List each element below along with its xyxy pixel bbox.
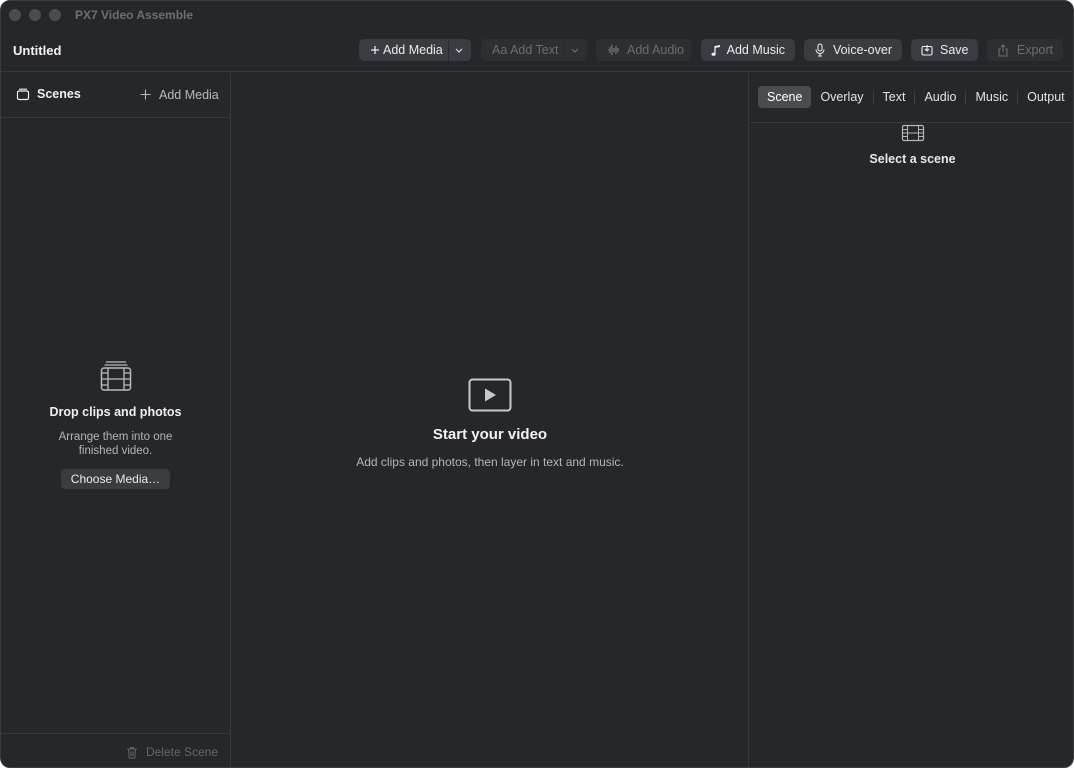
export-button[interactable]: Export bbox=[987, 39, 1063, 61]
tab-scene[interactable]: Scene bbox=[758, 86, 812, 108]
canvas-empty-state: Start your video Add clips and photos, t… bbox=[231, 378, 749, 469]
voice-over-button[interactable]: Voice-over bbox=[804, 39, 902, 61]
inspector-panel: Scene Overlay Text Audio Music Output Se… bbox=[750, 73, 1073, 767]
zoom-window-button[interactable] bbox=[49, 9, 61, 21]
empty-description: Arrange them into one finished video. bbox=[58, 431, 173, 457]
scenes-header: Scenes Add Media bbox=[1, 73, 230, 118]
delete-scene-button[interactable]: Delete Scene bbox=[126, 745, 218, 759]
plus-icon bbox=[140, 89, 152, 101]
trash-icon bbox=[126, 746, 138, 759]
scenes-sidebar: Scenes Add Media Drop clips and photos A… bbox=[1, 73, 231, 767]
canvas-heading: Start your video bbox=[432, 426, 548, 443]
add-audio-button[interactable]: Add Audio bbox=[596, 39, 691, 61]
voice-over-label: Voice-over bbox=[832, 43, 892, 57]
inspector-empty-heading: Select a scene bbox=[869, 152, 956, 166]
film-stack-icon bbox=[99, 359, 133, 393]
scenes-footer: Delete Scene bbox=[1, 733, 230, 767]
scenes-title-label: Scenes bbox=[37, 87, 81, 101]
export-label: Export bbox=[1016, 43, 1053, 57]
microphone-icon bbox=[814, 43, 826, 57]
share-icon bbox=[997, 43, 1010, 57]
save-label: Save bbox=[940, 43, 969, 57]
plus-icon bbox=[370, 43, 380, 57]
tab-overlay[interactable]: Overlay bbox=[811, 86, 872, 108]
save-icon bbox=[921, 43, 933, 57]
chevron-down-icon bbox=[571, 48, 579, 53]
inspector-empty-state: Select a scene bbox=[750, 124, 1073, 166]
title-bar: PX7 Video Assemble bbox=[1, 1, 1073, 29]
inspector-tabs-row: Scene Overlay Text Audio Music Output bbox=[750, 73, 1073, 123]
save-button[interactable]: Save bbox=[911, 39, 978, 61]
canvas-description: Add clips and photos, then layer in text… bbox=[356, 455, 624, 469]
add-music-button[interactable]: Add Music bbox=[701, 39, 795, 61]
sidebar-add-media-button[interactable]: Add Media bbox=[140, 88, 219, 102]
music-note-icon bbox=[711, 43, 722, 57]
sidebar-add-media-label: Add Media bbox=[159, 88, 219, 102]
empty-heading: Drop clips and photos bbox=[49, 405, 182, 419]
app-window: PX7 Video Assemble Untitled Add Media Aa… bbox=[0, 0, 1074, 768]
tab-text[interactable]: Text bbox=[874, 86, 915, 108]
document-title: Untitled bbox=[13, 43, 62, 58]
scenes-empty-state: Drop clips and photos Arrange them into … bbox=[1, 359, 230, 489]
delete-scene-label: Delete Scene bbox=[145, 745, 218, 759]
app-title: PX7 Video Assemble bbox=[75, 8, 194, 22]
video-canvas: Start your video Add clips and photos, t… bbox=[231, 73, 749, 767]
stack-icon bbox=[16, 87, 30, 101]
play-rectangle-icon bbox=[468, 378, 512, 412]
add-text-button[interactable]: Aa Add Text bbox=[481, 39, 587, 61]
chevron-down-icon bbox=[455, 48, 463, 53]
choose-media-button[interactable]: Choose Media… bbox=[60, 469, 171, 489]
add-audio-label: Add Audio bbox=[627, 43, 684, 57]
toolbar: Untitled Add Media Aa Add Text Add Audio… bbox=[1, 29, 1073, 72]
add-media-menu-button[interactable] bbox=[448, 39, 470, 61]
film-icon bbox=[901, 124, 925, 142]
add-text-label: Aa Add Text bbox=[492, 43, 559, 57]
add-media-label: Add Media bbox=[383, 43, 443, 57]
minimize-window-button[interactable] bbox=[29, 9, 41, 21]
audio-waves-icon bbox=[606, 43, 622, 57]
close-window-button[interactable] bbox=[9, 9, 21, 21]
scenes-title: Scenes bbox=[16, 87, 81, 101]
add-music-label: Add Music bbox=[726, 43, 785, 57]
tab-audio[interactable]: Audio bbox=[915, 86, 965, 108]
tab-output[interactable]: Output bbox=[1018, 86, 1073, 108]
tab-music[interactable]: Music bbox=[966, 86, 1017, 108]
add-media-button[interactable]: Add Media bbox=[359, 39, 471, 61]
add-text-menu-button[interactable] bbox=[564, 39, 586, 61]
inspector-tabs: Scene Overlay Text Audio Music Output bbox=[758, 86, 1073, 108]
